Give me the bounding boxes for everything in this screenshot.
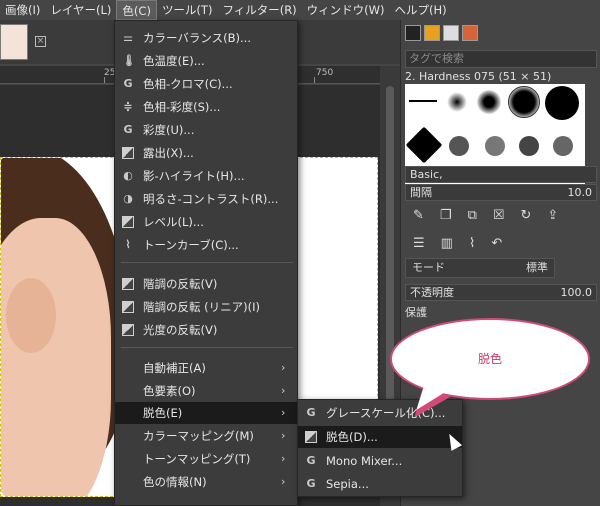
levels-icon <box>122 216 134 228</box>
duplicate-brush-icon[interactable]: ⧉ <box>468 208 477 223</box>
menu-item-curves[interactable]: ⌇ トーンカーブ(C)... <box>115 234 299 256</box>
dock-tab-icons <box>401 20 600 46</box>
menu-windows[interactable]: ウィンドウ(W) <box>302 0 390 20</box>
menu-item-auto[interactable]: 自動補正(A) › <box>115 357 299 379</box>
chevron-right-icon: › <box>281 475 286 488</box>
mode-select[interactable]: モード 標準 <box>405 258 555 278</box>
menu-item-color-mapping[interactable]: カラーマッピング(M) › <box>115 425 299 447</box>
mode-value: 標準 <box>526 261 548 274</box>
menu-item-tone-mapping[interactable]: トーンマッピング(T) › <box>115 448 299 470</box>
gegl-icon: G <box>306 406 316 419</box>
opacity-label: 不透明度 <box>410 286 454 299</box>
opacity-field[interactable]: 不透明度 100.0 <box>405 284 597 301</box>
close-icon[interactable]: × <box>35 36 46 47</box>
ruler-label: 750 <box>316 68 334 78</box>
menubar: 画像(I) レイヤー(L) 色(C) ツール(T) フィルター(R) ウィンドウ… <box>0 0 600 20</box>
menu-image[interactable]: 画像(I) <box>0 0 45 20</box>
image-tab-thumbnail[interactable] <box>0 24 28 60</box>
menu-colors[interactable]: 色(C) <box>116 0 157 20</box>
menu-item-info[interactable]: 色の情報(N) › <box>115 471 299 493</box>
font-tab-icon[interactable] <box>443 25 459 41</box>
menu-layer[interactable]: レイヤー(L) <box>45 0 116 20</box>
pattern-tab-icon[interactable] <box>424 25 440 41</box>
menu-item-brightness-contrast[interactable]: ◑ 明るさ-コントラスト(R)... <box>115 188 299 210</box>
chevron-right-icon: › <box>281 384 286 397</box>
undo-tab-icon[interactable]: ↶ <box>491 236 502 251</box>
invert-icon <box>122 301 134 313</box>
menu-item-mono-mixer[interactable]: G Mono Mixer... <box>298 450 462 472</box>
channels-tab-icon[interactable]: ▥ <box>441 236 453 251</box>
paths-tab-icon[interactable]: ⌇ <box>469 236 475 251</box>
menu-separator <box>121 262 293 263</box>
invert-icon <box>122 324 134 336</box>
menu-item-invert[interactable]: 階調の反転(V) <box>115 273 299 295</box>
delete-brush-icon[interactable]: ☒ <box>493 208 505 223</box>
chevron-right-icon: › <box>281 429 286 442</box>
menu-separator <box>121 347 293 348</box>
desaturate-icon <box>305 431 317 443</box>
gegl-icon: G <box>123 123 133 136</box>
tag-search-input[interactable]: タグで検索 <box>405 50 597 68</box>
menu-item-linear-invert[interactable]: 階調の反転 (リニア)(I) <box>115 296 299 318</box>
menu-tools[interactable]: ツール(T) <box>157 0 218 20</box>
new-brush-icon[interactable]: ❐ <box>440 208 452 223</box>
menu-item-components[interactable]: 色要素(O) › <box>115 380 299 402</box>
menu-item-shadows-highlights[interactable]: ◐ 影-ハイライト(H)... <box>115 165 299 187</box>
brush-tab-icon[interactable] <box>405 25 421 41</box>
chevron-right-icon: › <box>281 361 286 374</box>
brush-preset-field[interactable]: Basic, <box>405 166 597 183</box>
mode-label: モード <box>412 261 445 274</box>
layers-tab-icon[interactable]: ☰ <box>413 236 425 251</box>
menu-item-color-balance[interactable]: ⚌ カラーバランス(B)... <box>115 27 299 49</box>
shadows-highlights-icon: ◐ <box>123 169 133 182</box>
thermometer-icon: 🌡 <box>122 54 136 67</box>
tool-options-tabs: ☰ ▥ ⌇ ↶ <box>405 232 597 254</box>
chevron-right-icon: › <box>281 452 286 465</box>
spacing-value: 10.0 <box>567 186 593 199</box>
menu-item-color-temperature[interactable]: 🌡 色温度(E)... <box>115 50 299 72</box>
spacing-field[interactable]: 間隔 10.0 <box>405 184 597 201</box>
brush-name: 2. Hardness 075 (51 × 51) <box>405 70 552 83</box>
brightness-contrast-icon: ◑ <box>123 192 133 205</box>
chevron-right-icon: › <box>281 406 286 419</box>
menu-item-hue-chroma[interactable]: G 色相-クロマ(C)... <box>115 73 299 95</box>
color-balance-icon: ⚌ <box>123 31 133 44</box>
menu-item-exposure[interactable]: 露出(X)... <box>115 142 299 164</box>
menu-item-levels[interactable]: レベル(L)... <box>115 211 299 233</box>
open-as-image-icon[interactable]: ⇪ <box>547 208 558 223</box>
brush-actions-row: ✎ ❐ ⧉ ☒ ↻ ⇪ <box>405 204 597 226</box>
menu-item-value-invert[interactable]: 光度の反転(V) <box>115 319 299 341</box>
menu-help[interactable]: ヘルプ(H) <box>390 0 452 20</box>
menu-item-desaturate-dialog[interactable]: 脱色(D)... <box>298 426 462 448</box>
gegl-icon: G <box>306 454 316 467</box>
gegl-icon: G <box>306 477 316 490</box>
edit-brush-icon[interactable]: ✎ <box>413 208 424 223</box>
menu-item-saturation[interactable]: G 彩度(U)... <box>115 119 299 141</box>
refresh-icon[interactable]: ↻ <box>521 208 532 223</box>
invert-icon <box>122 278 134 290</box>
opacity-value: 100.0 <box>560 286 593 299</box>
gegl-icon: G <box>123 77 133 90</box>
hue-saturation-icon: ≑ <box>123 100 133 113</box>
colors-menu: ⚌ カラーバランス(B)... 🌡 色温度(E)... G 色相-クロマ(C)... … <box>114 20 299 506</box>
curves-icon: ⌇ <box>125 238 131 251</box>
exposure-icon <box>122 147 134 159</box>
spacing-label: 間隔 <box>410 186 432 199</box>
menu-filters[interactable]: フィルター(R) <box>217 0 301 20</box>
menu-item-hue-saturation[interactable]: ≑ 色相-彩度(S)... <box>115 96 299 118</box>
callout-text: 脱色 <box>477 352 502 366</box>
document-tab-icon[interactable] <box>462 25 478 41</box>
menu-item-desaturate[interactable]: 脱色(E) › <box>115 402 299 424</box>
menu-item-sepia[interactable]: G Sepia... <box>298 473 462 495</box>
